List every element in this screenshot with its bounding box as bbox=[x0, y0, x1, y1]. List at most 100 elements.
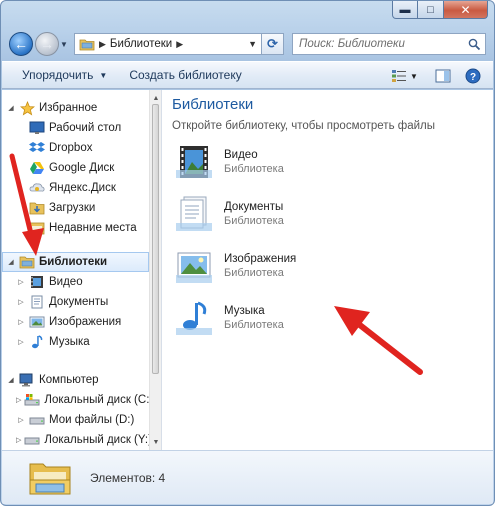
nav-computer[interactable]: ◢ Компьютер bbox=[2, 370, 149, 390]
nav-scrollbar[interactable]: ▲ ▼ bbox=[149, 90, 161, 450]
explorer-window: ▬ □ ✕ ← → ▼ ▶ Библиотеки ▶ ▼ ⟳ Поиск: Би… bbox=[0, 0, 495, 506]
details-pane: Элементов: 4 bbox=[2, 450, 493, 504]
library-name: Музыка bbox=[224, 305, 265, 317]
expand-arrow-icon[interactable]: ▷ bbox=[16, 416, 26, 424]
nav-item-google-drive[interactable]: Google Диск bbox=[2, 158, 149, 178]
nav-libraries[interactable]: ◢ Библиотеки bbox=[2, 252, 149, 272]
nav-computer-label: Компьютер bbox=[39, 374, 99, 386]
nav-item-documents[interactable]: ▷ Документы bbox=[2, 292, 149, 312]
address-history-dropdown[interactable]: ▼ bbox=[248, 39, 257, 49]
library-type: Библиотека bbox=[224, 319, 284, 331]
svg-text:?: ? bbox=[470, 72, 476, 83]
expand-arrow-icon[interactable]: ▷ bbox=[16, 338, 26, 346]
nav-item-label: Документы bbox=[49, 296, 109, 308]
scroll-down-icon[interactable]: ▼ bbox=[150, 436, 161, 448]
breadcrumb-libraries[interactable]: Библиотеки bbox=[110, 38, 172, 50]
nav-item-drive-d[interactable]: ▷ Мои файлы (D:) bbox=[2, 410, 149, 430]
refresh-icon: ⟳ bbox=[267, 36, 278, 51]
nav-item-yandex-disk[interactable]: Яндекс.Диск bbox=[2, 178, 149, 198]
refresh-button[interactable]: ⟳ bbox=[262, 33, 284, 55]
forward-button[interactable]: → bbox=[35, 32, 59, 56]
documents-icon bbox=[29, 294, 45, 310]
item-count: Элементов: 4 bbox=[90, 470, 166, 485]
view-list-icon bbox=[392, 70, 406, 82]
google-drive-icon bbox=[29, 160, 45, 176]
collapse-arrow-icon[interactable]: ◢ bbox=[6, 376, 16, 384]
minimize-button[interactable]: ▬ bbox=[392, 1, 418, 19]
drive-icon bbox=[24, 432, 40, 448]
arrow-right-icon: → bbox=[40, 36, 54, 52]
libraries-icon bbox=[19, 254, 35, 270]
expand-arrow-icon[interactable]: ▷ bbox=[16, 278, 26, 286]
nav-item-label: Рабочий стол bbox=[49, 122, 122, 134]
video-library-icon bbox=[172, 140, 216, 184]
organize-button[interactable]: Упорядочить ▼ bbox=[22, 68, 107, 82]
recent-pages-dropdown[interactable]: ▼ bbox=[60, 40, 70, 49]
breadcrumb-separator-icon[interactable]: ▶ bbox=[176, 39, 183, 50]
nav-libraries-label: Библиотеки bbox=[39, 256, 108, 268]
collapse-arrow-icon[interactable]: ◢ bbox=[6, 258, 16, 266]
scroll-up-icon[interactable]: ▲ bbox=[150, 92, 161, 104]
nav-item-music[interactable]: ▷ Музыка bbox=[2, 332, 149, 352]
nav-item-dropbox[interactable]: Dropbox bbox=[2, 138, 149, 158]
search-box[interactable] bbox=[292, 33, 486, 55]
music-note-icon bbox=[29, 334, 45, 350]
recent-places-icon bbox=[29, 220, 45, 236]
nav-item-video[interactable]: ▷ Видео bbox=[2, 272, 149, 292]
library-name: Изображения bbox=[224, 253, 297, 265]
search-input[interactable] bbox=[299, 38, 468, 50]
view-options-dropdown[interactable]: ▼ bbox=[409, 66, 419, 86]
expand-arrow-icon[interactable]: ▷ bbox=[16, 298, 26, 306]
star-icon bbox=[19, 100, 35, 116]
library-folder-icon bbox=[28, 458, 72, 498]
expand-arrow-icon[interactable]: ▷ bbox=[16, 318, 26, 326]
window-caption-buttons: ▬ □ ✕ bbox=[392, 1, 488, 19]
nav-item-label: Загрузки bbox=[49, 202, 96, 214]
new-library-label: Создать библиотеку bbox=[129, 68, 242, 82]
library-type: Библиотека bbox=[224, 267, 284, 279]
navigation-pane: ◢ Избранное Рабочий стол Dropbox Google … bbox=[2, 90, 162, 450]
new-library-button[interactable]: Создать библиотеку bbox=[129, 68, 241, 82]
change-view-button[interactable] bbox=[389, 66, 409, 86]
library-item-music[interactable]: Музыка Библиотека bbox=[172, 294, 284, 342]
system-drive-icon bbox=[24, 392, 40, 408]
nav-item-pictures[interactable]: ▷ Изображения bbox=[2, 312, 149, 332]
nav-item-downloads[interactable]: Загрузки bbox=[2, 198, 149, 218]
address-bar[interactable]: ▶ Библиотеки ▶ ▼ bbox=[74, 33, 262, 55]
main-area: ◢ Избранное Рабочий стол Dropbox Google … bbox=[2, 90, 493, 450]
library-item-documents[interactable]: Документы Библиотека bbox=[172, 190, 284, 238]
computer-icon bbox=[19, 372, 35, 388]
expand-arrow-icon[interactable]: ▷ bbox=[16, 436, 21, 444]
preview-pane-icon bbox=[435, 69, 451, 83]
expand-arrow-icon[interactable]: ▷ bbox=[16, 396, 21, 404]
nav-favorites[interactable]: ◢ Избранное bbox=[2, 98, 149, 118]
library-type: Библиотека bbox=[224, 163, 284, 175]
nav-item-label: Dropbox bbox=[49, 142, 93, 154]
maximize-button[interactable]: □ bbox=[418, 1, 444, 19]
nav-favorites-label: Избранное bbox=[39, 102, 98, 114]
nav-item-recent-places[interactable]: Недавние места bbox=[2, 218, 149, 238]
pictures-library-icon bbox=[172, 244, 216, 288]
back-button[interactable]: ← bbox=[9, 32, 33, 56]
help-button[interactable]: ? bbox=[463, 66, 483, 86]
chevron-down-icon: ▼ bbox=[99, 70, 108, 80]
breadcrumb-separator-icon[interactable]: ▶ bbox=[99, 39, 106, 50]
nav-item-label: Мои файлы (D:) bbox=[49, 414, 135, 426]
preview-pane-button[interactable] bbox=[433, 66, 453, 86]
view-controls: ▼ ? bbox=[383, 66, 483, 86]
search-icon[interactable] bbox=[468, 38, 481, 51]
scrollbar-thumb[interactable] bbox=[152, 104, 159, 374]
nav-item-desktop[interactable]: Рабочий стол bbox=[2, 118, 149, 138]
drive-icon bbox=[29, 412, 45, 428]
page-title: Библиотеки bbox=[172, 96, 254, 113]
nav-item-drive-y[interactable]: ▷ Локальный диск (Y:) bbox=[2, 430, 152, 450]
documents-library-icon bbox=[172, 192, 216, 236]
page-subtitle: Откройте библиотеку, чтобы просмотреть ф… bbox=[172, 120, 436, 132]
yandex-disk-icon bbox=[29, 180, 45, 196]
nav-item-label: Изображения bbox=[49, 316, 122, 328]
close-button[interactable]: ✕ bbox=[444, 1, 488, 19]
library-item-pictures[interactable]: Изображения Библиотека bbox=[172, 242, 296, 290]
collapse-arrow-icon[interactable]: ◢ bbox=[6, 104, 16, 112]
library-item-video[interactable]: Видео Библиотека bbox=[172, 138, 284, 186]
nav-item-drive-c[interactable]: ▷ Локальный диск (C:) bbox=[2, 390, 153, 410]
